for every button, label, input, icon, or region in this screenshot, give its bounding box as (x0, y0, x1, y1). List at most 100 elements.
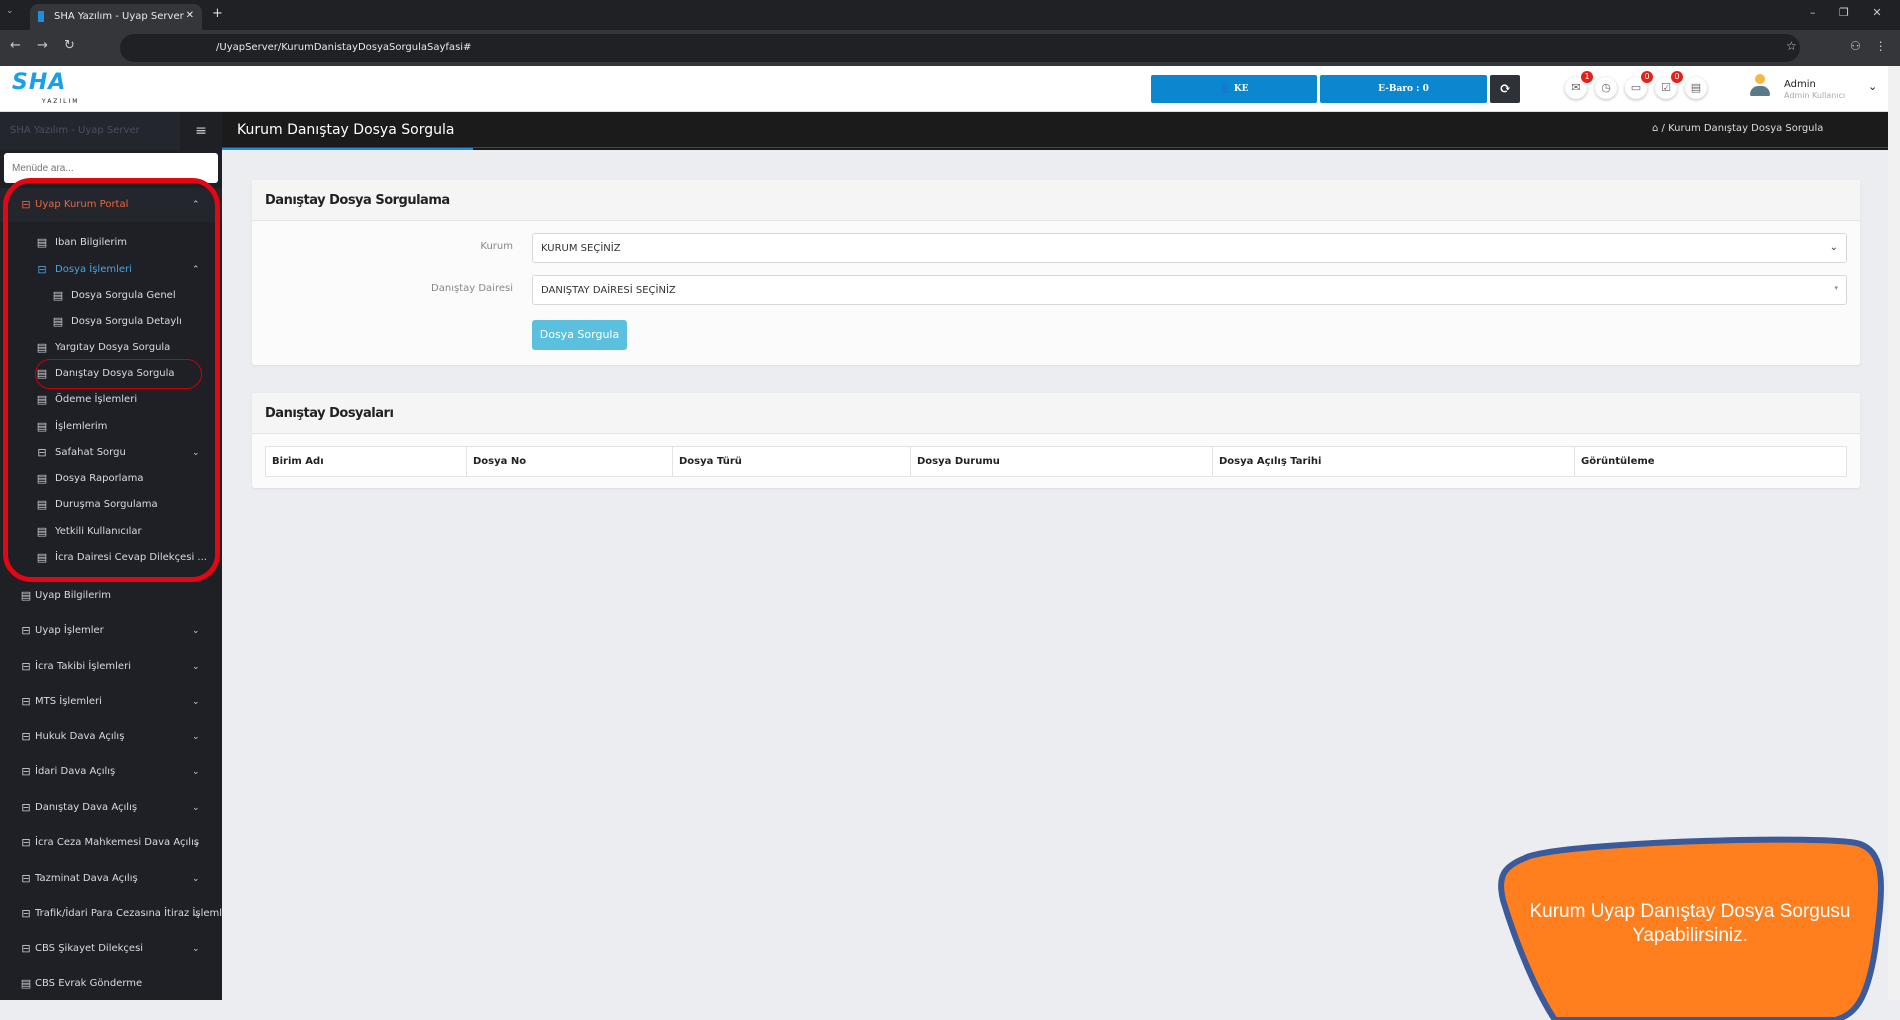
sidebar-item-label: CBS Evrak Gönderme (35, 978, 143, 989)
chevron-down-icon: ⌄ (1829, 242, 1838, 253)
results-card: Danıştay Dosyaları Birim Adı Dosya No Do… (252, 393, 1860, 488)
sidebar-item-label: Danıştay Dava Açılış (35, 802, 138, 813)
table-header-row: Birim Adı Dosya No Dosya Türü Dosya Duru… (265, 446, 1847, 477)
folder-icon: ⊟ (21, 836, 31, 849)
task-badge: 0 (1671, 71, 1683, 83)
chevron-down-icon[interactable]: ⌄ (1868, 80, 1877, 93)
nav-buttons[interactable]: ← → ↻ (10, 38, 75, 53)
user-name[interactable]: Admin (1784, 79, 1816, 90)
sidebar-item-label: Hukuk Dava Açılış (35, 731, 125, 742)
task-icon[interactable]: ☑ 0 (1655, 71, 1683, 99)
clock-icon[interactable]: ◷ (1595, 77, 1617, 99)
app-header: SHA YAZILIM 👤 KE E-Baro : 0 ⟳ ✉ 1 ◷ ▭ 0 ☑ 0… (0, 66, 1900, 112)
sidebar-item[interactable]: ⊟ MTS İşlemleri ⌄ (0, 691, 222, 713)
new-tab-icon[interactable]: + (212, 6, 223, 21)
column-header[interactable]: Dosya Durumu (910, 446, 1213, 477)
tab-title: SHA Yazılım - Uyap Server (54, 11, 184, 22)
folder-icon: ⊟ (21, 624, 31, 637)
scrollbar[interactable] (1888, 66, 1900, 1000)
daire-select[interactable]: DANIŞTAY DAİRESİ SEÇİNİZ ▾ (532, 275, 1847, 305)
column-header[interactable]: Dosya No (466, 446, 673, 477)
logo-subtext: YAZILIM (42, 98, 80, 105)
sidebar-item[interactable]: ⊟ Hukuk Dava Açılış ⌄ (0, 726, 222, 748)
chevron-down-icon[interactable]: ⌄ (192, 620, 200, 642)
chevron-down-icon[interactable]: ⌄ (192, 832, 200, 854)
highlight-oval (35, 359, 202, 389)
avatar[interactable] (1750, 74, 1770, 102)
chevron-down-icon[interactable]: ⌄ (192, 691, 200, 713)
caret-down-icon: ▾ (1834, 284, 1838, 292)
browser-tab[interactable]: SHA Yazılım - Uyap Server ✕ (30, 4, 202, 30)
folder-icon: ⊟ (21, 730, 31, 743)
column-header[interactable]: Birim Adı (265, 446, 467, 477)
document-icon[interactable]: ▤ (1685, 77, 1707, 99)
results-title: Danıştay Dosyaları (252, 393, 1860, 434)
kurum-select[interactable]: KURUM SEÇİNİZ ⌄ (532, 233, 1847, 263)
sidebar-item-label: İdari Dava Açılış (35, 766, 116, 777)
sidebar-item[interactable]: ⊟ CBS Şikayet Dilekçesi ⌄ (0, 938, 222, 960)
favicon-icon (38, 11, 44, 22)
url-input[interactable]: /UyapServer/KurumDanistayDosyaSorgulaSay… (120, 34, 1800, 62)
home-icon[interactable]: ⌂ (1652, 123, 1658, 134)
sidebar-item-label: Uyap İşlemler (35, 625, 104, 636)
sha-logo[interactable]: SHA (12, 70, 66, 95)
search-form-card: Danıştay Dosya Sorgulama Kurum KURUM SEÇ… (252, 180, 1860, 365)
mail-badge: 1 (1581, 71, 1593, 83)
folder-icon: ⊟ (21, 942, 31, 955)
ebaro-button[interactable]: E-Baro : 0 (1320, 75, 1487, 103)
sidebar-item-label: Uyap Bilgilerim (35, 590, 111, 601)
browser-tab-bar: ⌄ SHA Yazılım - Uyap Server ✕ + – ❐ ✕ (0, 0, 1900, 30)
chevron-down-icon[interactable]: ⌄ (192, 903, 200, 925)
sidebar-item[interactable]: ⊟ İdari Dava Açılış ⌄ (0, 761, 222, 783)
url-text: /UyapServer/KurumDanistayDosyaSorgulaSay… (216, 42, 472, 53)
sidebar-item-label: İcra Ceza Mahkemesi Dava Açılış (35, 837, 200, 848)
folder-icon: ⊟ (21, 907, 31, 920)
column-header[interactable]: Dosya Açılış Tarihi (1212, 446, 1575, 477)
user-role: Admin Kullanıcı (1784, 91, 1846, 100)
folder-icon: ⊟ (21, 801, 31, 814)
sidebar-item[interactable]: ⊟ Uyap İşlemler ⌄ (0, 620, 222, 642)
sidebar-item[interactable]: ⊟ Trafik/İdari Para Cezasına İtiraz İşlem… (0, 903, 222, 925)
user-button[interactable]: 👤 KE (1151, 75, 1317, 103)
document-icon: ▤ (20, 589, 32, 602)
browser-menu-icons[interactable]: ⚇ ⋮ (1850, 39, 1887, 53)
sidebar-item[interactable]: ⊟ İcra Takibi İşlemleri ⌄ (0, 656, 222, 678)
chevron-down-icon[interactable]: ⌄ (192, 938, 200, 960)
kurum-label: Kurum (480, 241, 513, 252)
callout-text: Kurum Uyap Danıştay Dosya Sorgusu Yapabi… (1529, 901, 1851, 946)
sidebar-title: SHA Yazılım - Uyap Server (0, 112, 180, 150)
sidebar-item[interactable]: ⊟ İcra Ceza Mahkemesi Dava Açılış ⌄ (0, 832, 222, 854)
note-badge: 0 (1641, 71, 1653, 83)
chevron-down-icon[interactable]: ⌄ (192, 868, 200, 890)
chevron-down-icon[interactable]: ⌄ (192, 761, 200, 783)
address-bar: ← → ↻ /UyapServer/KurumDanistayDosyaSorg… (0, 30, 1900, 66)
chevron-down-icon[interactable]: ⌄ (192, 797, 200, 819)
sidebar-item[interactable]: ⊟ Danıştay Dava Açılış ⌄ (0, 797, 222, 819)
bookmark-star-icon[interactable]: ☆ (1786, 39, 1797, 53)
column-header[interactable]: Görüntüleme (1574, 446, 1847, 477)
folder-icon: ⊟ (21, 695, 31, 708)
sidebar-item-label: MTS İşlemleri (35, 696, 102, 707)
page-title: Kurum Danıştay Dosya Sorgula (237, 122, 455, 138)
menu-toggle-icon[interactable]: ≡ (180, 112, 222, 150)
form-title: Danıştay Dosya Sorgulama (252, 180, 1860, 221)
window-controls[interactable]: – ❐ ✕ (1810, 6, 1882, 19)
callout-annotation: Kurum Uyap Danıştay Dosya Sorgusu Yapabi… (1495, 830, 1885, 1020)
sidebar-item-label: CBS Şikayet Dilekçesi (35, 943, 144, 954)
column-header[interactable]: Dosya Türü (672, 446, 911, 477)
chevron-down-icon[interactable]: ⌄ (192, 726, 200, 748)
refresh-icon[interactable]: ⟳ (1490, 75, 1520, 103)
mail-icon[interactable]: ✉ 1 (1565, 71, 1593, 99)
close-tab-icon[interactable]: ✕ (186, 10, 194, 21)
sidebar-item[interactable]: ⊟ Tazminat Dava Açılış ⌄ (0, 868, 222, 890)
breadcrumb-current: Kurum Danıştay Dosya Sorgula (1668, 123, 1824, 134)
folder-icon: ⊟ (21, 872, 31, 885)
document-icon: ▤ (20, 977, 32, 990)
note-icon[interactable]: ▭ 0 (1625, 71, 1653, 99)
dosya-sorgula-button[interactable]: Dosya Sorgula (532, 320, 627, 350)
sidebar-item[interactable]: ▤ Uyap Bilgilerim (0, 585, 222, 607)
sidebar-item-label: İcra Takibi İşlemleri (35, 661, 131, 672)
tab-list-icon[interactable]: ⌄ (6, 6, 14, 16)
sidebar-item[interactable]: ▤ CBS Evrak Gönderme (0, 973, 222, 995)
chevron-down-icon[interactable]: ⌄ (192, 656, 200, 678)
